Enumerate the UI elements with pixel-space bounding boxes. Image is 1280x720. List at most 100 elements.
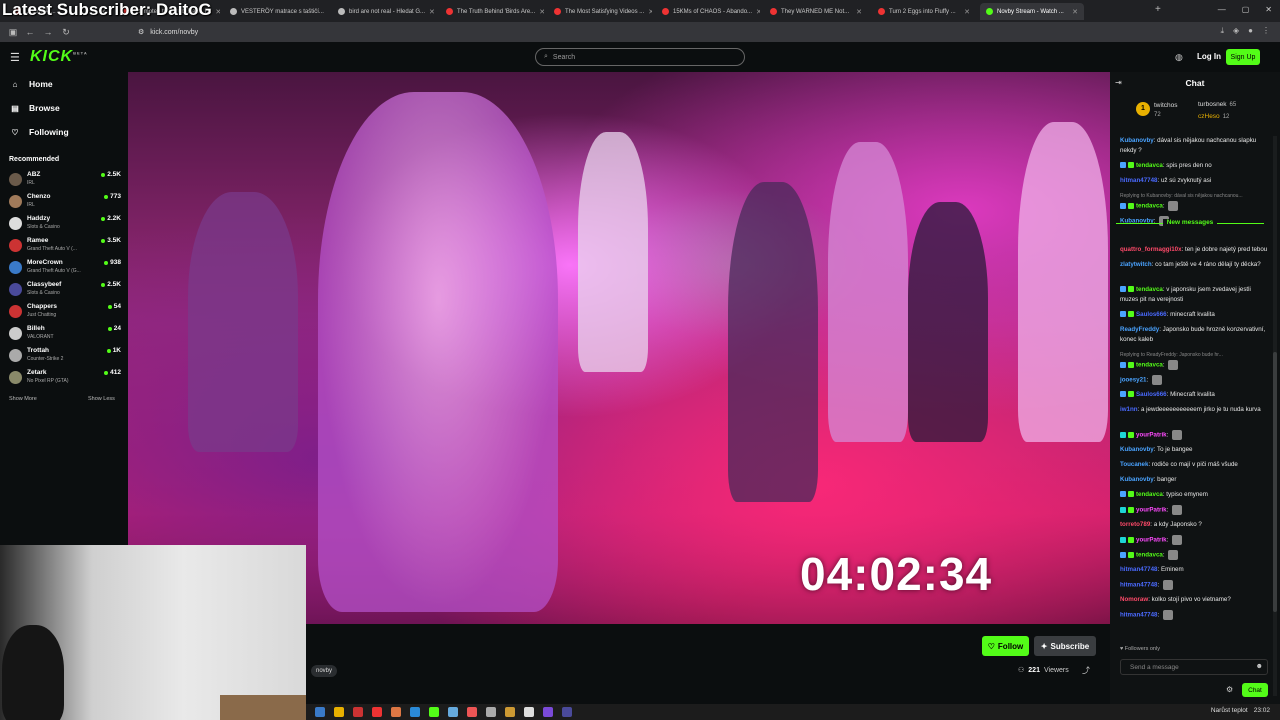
taskbar-app-icon[interactable] [334,707,344,717]
tab-close-icon[interactable]: ✕ [215,8,220,16]
chat-message[interactable]: Replying to ReadyFreddy: Japonsko bude h… [1120,350,1268,371]
tab-close-icon[interactable]: ✕ [1072,8,1078,16]
tab-close-icon[interactable]: ✕ [756,8,760,16]
chat-message[interactable]: ReadyFreddy: Japonsko bude hrozně konzer… [1120,325,1268,345]
sidebar-channel-classybeef[interactable]: Classybeef Slots & Casino 2.5K [9,280,121,302]
chat-username[interactable]: hitman47748 [1120,612,1158,619]
taskbar-app-icon[interactable] [486,707,496,717]
reload-icon[interactable]: ↻ [59,27,73,38]
chat-message[interactable]: hitman47748: Eminem [1120,565,1268,575]
chat-message[interactable]: torreto789: a kdy Japonsko ? [1120,520,1268,530]
language-globe-icon[interactable]: ◍ [1175,52,1183,63]
sidebar-channel-chenzo[interactable]: Chenzo IRL 773 [9,192,121,214]
sidebar-item-home[interactable]: ⌂ Home [10,79,53,89]
chat-message[interactable]: hitman47748: [1120,580,1268,591]
search-input[interactable]: ⌕ Search [535,48,745,66]
leaderboard-entry[interactable]: czHeso 12 [1198,113,1229,120]
sidebar-channel-chappers[interactable]: Chappers Just Chatting 54 [9,302,121,324]
url-field[interactable]: ⚙ kick.com/novby [138,25,1038,39]
tab-close-icon[interactable]: ✕ [648,8,652,16]
new-messages-divider[interactable]: New messages [1116,219,1264,233]
show-less-button[interactable]: Show Less [88,396,115,402]
taskbar-app-icon[interactable] [372,707,382,717]
chat-username[interactable]: Saulos666 [1136,311,1167,318]
chat-username[interactable]: tendavca [1136,552,1163,559]
chat-message[interactable]: Kubanovby: dával sis nějakou nachcanou s… [1120,136,1268,156]
chat-username[interactable]: hitman47748 [1120,566,1158,573]
chat-message[interactable]: yourPatrik: [1120,430,1268,441]
subscribe-button[interactable]: ✦ Subscribe [1034,636,1096,656]
stream-tag[interactable]: novby [311,665,338,677]
chat-message[interactable]: quattro_formaggi10x: ten je dobre najetý… [1120,245,1268,255]
leaderboard-entry[interactable]: twitchos [1154,102,1177,109]
chat-username[interactable]: tendavca [1136,362,1163,369]
download-icon[interactable]: ⤓ [1220,26,1224,36]
chat-username[interactable]: torreto789 [1120,521,1150,528]
chat-username[interactable]: tendavca [1136,491,1163,498]
browser-tab[interactable]: Turn 2 Eggs into Fluffy ... ✕ [872,3,976,20]
sidebar-item-browse[interactable]: ▤ Browse [10,103,60,113]
sidebar-channel-zetark[interactable]: Zetark No Pixel RP (GTA) 412 [9,368,121,390]
chat-message[interactable]: iw1nn: a jewdeeeeeeeeeeem jirko je tu nu… [1120,405,1268,415]
browser-tab[interactable]: bird are not real - Hledat G... ✕ [332,3,436,20]
chat-message[interactable]: hitman47748: [1120,610,1268,621]
maximize-icon[interactable]: ▢ [1242,5,1250,14]
chat-message[interactable]: Kubanovby: banger [1120,475,1268,485]
tab-close-icon[interactable]: ✕ [429,8,435,16]
sidebar-channel-morecrown[interactable]: MoreCrown Grand Theft Auto V (G... 938 [9,258,121,280]
clock-text[interactable]: 23:02 [1254,707,1270,714]
browser-tab[interactable]: Novby Stream - Watch ... ✕ [980,3,1084,20]
taskbar-app-icon[interactable] [524,707,534,717]
video-player[interactable]: 04:02:34 [128,72,1110,624]
browser-tab[interactable]: The Most Satisfying Videos ... ✕ [548,3,652,20]
emoji-icon[interactable]: ☻ [1256,663,1263,670]
chat-username[interactable]: jooesy21 [1120,377,1146,384]
tab-close-icon[interactable]: ✕ [964,8,970,16]
chat-message[interactable]: zlatytwitch: co tam ještě ve 4 ráno děla… [1120,260,1268,270]
chat-username[interactable]: Toucanek [1120,461,1148,468]
chat-username[interactable]: yourPatrik [1136,432,1167,439]
extension-icon[interactable]: ◈ [1233,26,1239,36]
weather-text[interactable]: Narůst teplot [1211,707,1248,714]
sidebar-channel-billeh[interactable]: Billeh VALORANT 24 [9,324,121,346]
chat-username[interactable]: quattro_formaggi10x [1120,246,1182,253]
sidebar-channel-abz[interactable]: ABZ IRL 2.5K [9,170,121,192]
chat-settings-icon[interactable]: ⚙ [1226,685,1233,694]
chat-username[interactable]: iw1nn [1120,406,1138,413]
taskbar-app-icon[interactable] [353,707,363,717]
chat-message[interactable]: Replying to Kubanovby: dával sis nějakou… [1120,191,1268,212]
chat-message[interactable]: yourPatrik: [1120,505,1268,516]
chat-username[interactable]: Saulos666 [1136,391,1167,398]
chat-message[interactable]: jooesy21: [1120,375,1268,386]
browser-tab[interactable]: The Truth Behind 'Birds Are... ✕ [440,3,544,20]
chat-message[interactable]: Kubanovby: To je bangee [1120,445,1268,455]
taskbar-app-icon[interactable] [543,707,553,717]
sidebar-channel-haddzy[interactable]: Haddzy Slots & Casino 2.2K [9,214,121,236]
chat-username[interactable]: ReadyFreddy [1120,326,1159,333]
chat-username[interactable]: zlatytwitch [1120,261,1152,268]
chat-username[interactable]: yourPatrik [1136,537,1167,544]
chat-message-input[interactable]: Send a message ☻ [1120,659,1268,675]
sidebar-toggle-icon[interactable]: ▣ [6,27,20,38]
follow-button[interactable]: ♡ Follow [982,636,1029,656]
chat-username[interactable]: hitman47748 [1120,582,1158,589]
kick-logo[interactable]: KICKBETA [30,48,88,66]
chat-username[interactable]: Nomoraw [1120,596,1148,603]
browser-tab[interactable]: VESTERÖY matrace s taštičí...✕ [224,3,328,20]
chat-message[interactable]: Nomoraw: kolko stojí pivo vo vietname? [1120,595,1268,605]
chat-message[interactable]: Saulos666: Minecraft kvalita [1120,390,1268,400]
sidebar-item-following[interactable]: ♡ Following [10,127,68,137]
chat-message[interactable]: tendavca: spis pres den no [1120,161,1268,171]
taskbar-app-icon[interactable] [391,707,401,717]
browser-tab[interactable]: 15KMs of CHAOS - Abando... ✕ [656,3,760,20]
forward-icon[interactable]: → [41,27,55,37]
chat-message[interactable]: tendavca: v japonsku jsem zvedavej jestl… [1120,285,1268,305]
chat-username[interactable]: tendavca [1136,286,1163,293]
taskbar-app-icon[interactable] [410,707,420,717]
tab-close-icon[interactable]: ✕ [856,8,862,16]
taskbar-app-icon[interactable] [562,707,572,717]
share-icon[interactable]: ⤴ [1082,665,1090,676]
leaderboard-entry[interactable]: turbosnek 65 [1198,101,1236,108]
chat-message[interactable]: yourPatrik: [1120,535,1268,546]
chat-scrollbar-thumb[interactable] [1273,352,1277,612]
